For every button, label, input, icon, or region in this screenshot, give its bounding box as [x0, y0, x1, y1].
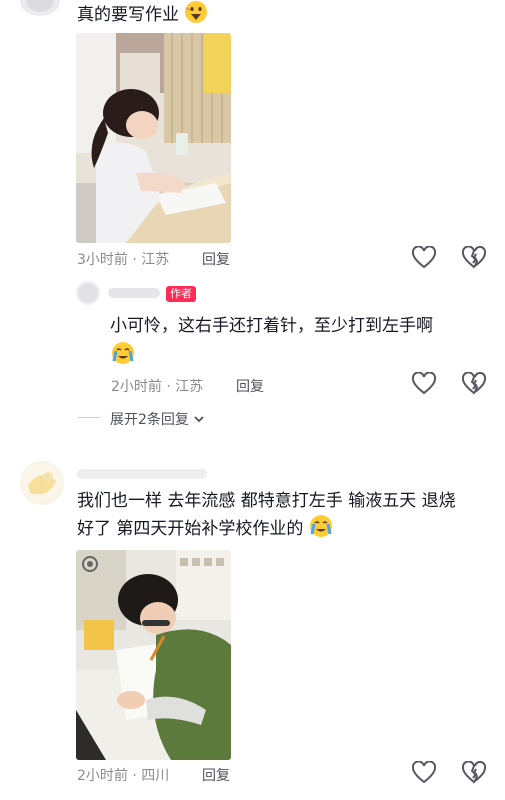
commenter-name-blurred: [77, 469, 207, 479]
comment-photo-girl-writing[interactable]: [76, 33, 231, 243]
crying-emoji-icon: [309, 515, 332, 537]
astonished-emoji-icon: [185, 1, 208, 23]
expand-replies-label: 展开2条回复: [110, 412, 189, 428]
comment-text-line1: 我们也一样 去年流感 都特意打左手 输液五天 退烧: [77, 491, 456, 511]
dislike-broken-heart-icon[interactable]: [461, 372, 487, 396]
reply-author-name-blurred: [108, 288, 160, 298]
like-heart-icon[interactable]: [411, 372, 437, 396]
comment-text-content: 真的要写作业: [77, 5, 179, 25]
reply-button[interactable]: 回复: [202, 249, 230, 269]
comment-time-location: 3小时前 · 江苏: [77, 252, 170, 268]
comment-time-location: 2小时前 · 四川: [77, 768, 170, 784]
crying-emoji-icon: [112, 342, 134, 364]
comment-text: 真的要写作业: [77, 0, 208, 30]
commenter-avatar[interactable]: [20, 461, 64, 505]
like-heart-icon[interactable]: [411, 246, 437, 270]
author-badge: 作者: [166, 286, 196, 302]
photo-image: [76, 33, 231, 243]
reply-text: 小可怜，这右手还打着针，至少打到左手啊: [110, 311, 433, 341]
dislike-broken-heart-icon[interactable]: [461, 246, 487, 270]
chevron-down-icon: [194, 416, 205, 423]
reply-author-avatar[interactable]: [76, 281, 100, 305]
reply-text-content: 小可怜，这右手还打着针，至少打到左手啊: [110, 316, 433, 336]
expand-replies-button[interactable]: 展开2条回复: [110, 409, 205, 429]
comment-photo-boy-writing[interactable]: [76, 550, 231, 760]
reply-time-location: 2小时前 · 江苏: [111, 379, 204, 395]
dislike-broken-heart-icon[interactable]: [461, 761, 487, 785]
avatar-image: [22, 463, 62, 503]
comment-text-line2: 好了 第四天开始补学校作业的: [77, 514, 333, 544]
avatar-image: [26, 0, 54, 12]
comment-text-content: 好了 第四天开始补学校作业的: [77, 519, 304, 539]
avatar-image: [78, 283, 98, 303]
expand-replies-divider: [78, 417, 100, 418]
reply-button[interactable]: 回复: [236, 376, 264, 396]
reply-button[interactable]: 回复: [202, 765, 230, 785]
like-heart-icon[interactable]: [411, 761, 437, 785]
commenter-avatar[interactable]: [20, 0, 60, 16]
photo-image: [76, 550, 231, 760]
